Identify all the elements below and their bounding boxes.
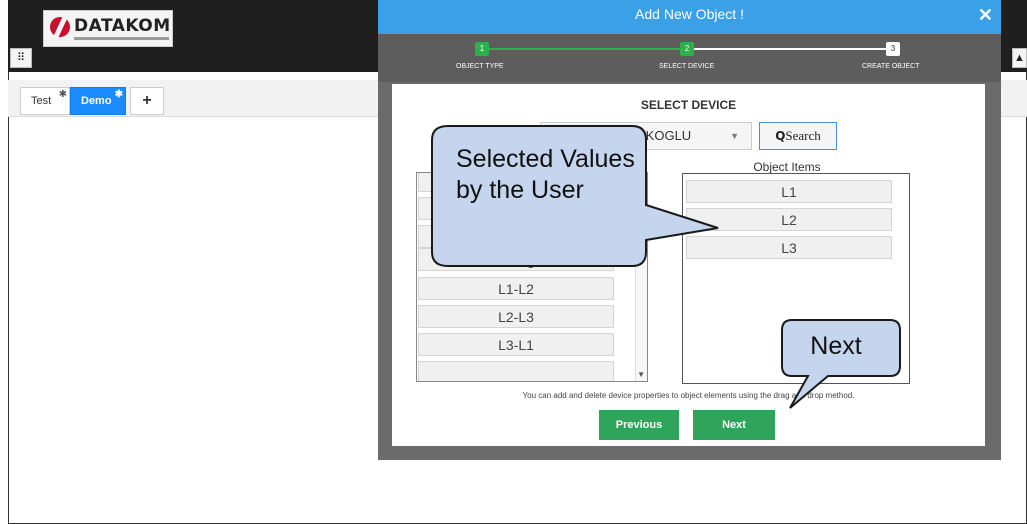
tab-test[interactable]: Test ✱ — [20, 87, 70, 115]
logo-subtext — [74, 37, 169, 40]
step-connector — [694, 48, 886, 50]
select-device-panel: SELECT DEVICE AKOGLU ▼ QSearch GSM Signa… — [392, 84, 985, 446]
step-2-label: SELECT DEVICE — [659, 63, 715, 70]
step-3-label: CREATE OBJECT — [862, 63, 920, 70]
next-button[interactable]: Next — [693, 410, 775, 440]
gear-icon[interactable]: ✱ — [115, 82, 123, 108]
list-item[interactable]: L2-L3 — [418, 305, 614, 328]
next-callout: Next — [810, 332, 862, 360]
device-select-value: AKOGLU — [637, 128, 692, 143]
list-item[interactable]: GSM Signal — [418, 248, 614, 271]
logo-mark-icon — [50, 17, 70, 37]
list-item[interactable]: L1 — [686, 180, 892, 203]
tree-icon: ▲ — [1014, 52, 1025, 64]
step-connector — [486, 48, 680, 50]
modal-title: Add New Object ! — [635, 6, 744, 22]
add-tab-button[interactable]: + — [130, 87, 164, 115]
chevron-down-icon: ▼ — [730, 131, 739, 141]
list-item[interactable]: L3-L1 — [418, 333, 614, 356]
add-object-modal: Add New Object ! ✕ 1 2 3 OBJECT TYPE SEL… — [378, 0, 1001, 460]
datakom-logo: DATAKOM — [43, 10, 173, 47]
search-button[interactable]: QSearch — [759, 122, 837, 150]
screen: DATAKOM ⠿ ▲ Test ✱ Demo ✱ + Add New Obje… — [0, 0, 1027, 524]
step-2-marker: 2 — [680, 42, 694, 56]
panel-title: SELECT DEVICE — [640, 98, 737, 112]
step-3-marker: 3 — [886, 42, 900, 56]
list-scrollbar[interactable]: ▼ — [635, 173, 647, 381]
search-label: Search — [785, 128, 821, 143]
object-items-title: Object Items — [753, 160, 821, 174]
list-item[interactable]: L3 — [686, 236, 892, 259]
tab-label: Demo — [81, 95, 112, 107]
list-item[interactable] — [418, 361, 614, 381]
wizard-stepper: 1 2 3 OBJECT TYPE SELECT DEVICE CREATE O… — [378, 34, 1001, 82]
tab-label: Test — [31, 95, 52, 107]
grid-icon: ⠿ — [16, 52, 26, 64]
logo-text: DATAKOM — [74, 16, 171, 36]
step-1-label: OBJECT TYPE — [456, 63, 504, 70]
drag-drop-hint: You can add and delete device properties… — [522, 391, 855, 400]
tree-view-button[interactable]: ▲ — [1012, 48, 1027, 68]
tab-demo[interactable]: Demo ✱ — [70, 87, 126, 115]
list-item[interactable]: L2 — [686, 208, 892, 231]
scroll-down-icon[interactable]: ▼ — [637, 370, 645, 379]
gear-icon[interactable]: ✱ — [59, 82, 67, 108]
selected-values-callout: Selected Values by the User — [456, 145, 635, 204]
step-1-marker: 1 — [475, 42, 489, 56]
previous-button[interactable]: Previous — [599, 410, 679, 440]
apps-grid-button[interactable]: ⠿ — [10, 48, 32, 68]
list-item[interactable]: L1-L2 — [418, 277, 614, 300]
modal-header: Add New Object ! ✕ — [378, 0, 1001, 34]
close-icon[interactable]: ✕ — [978, 4, 993, 26]
list-item[interactable] — [418, 225, 614, 248]
search-icon: Q — [775, 129, 786, 143]
